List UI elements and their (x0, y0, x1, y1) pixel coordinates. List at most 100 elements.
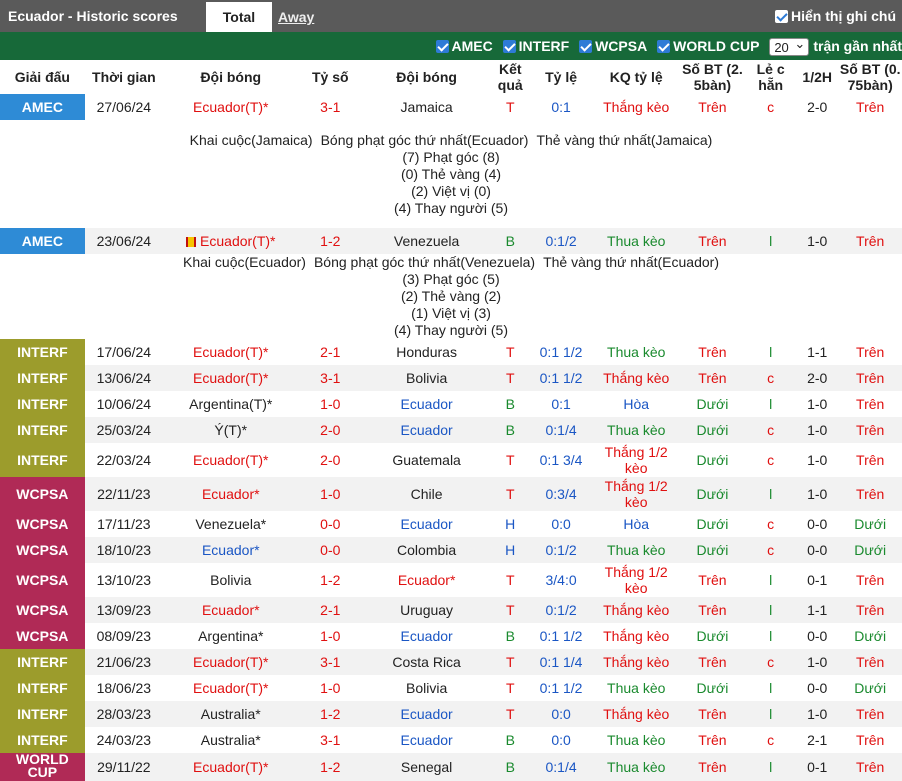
table-row[interactable]: WCPSA 08/09/23 Argentina* 1-0 Ecuador B 0:1 1/… (0, 623, 902, 649)
match-count-select[interactable]: 20 (769, 35, 810, 57)
filter-interf[interactable]: INTERF (502, 38, 569, 54)
away-team[interactable]: Colombia (362, 537, 492, 563)
match-score: 3-1 (298, 365, 363, 391)
home-team[interactable]: Ecuador(T)* (163, 94, 299, 120)
tab-away[interactable]: Away (266, 2, 326, 32)
home-team[interactable]: Ecuador(T)* (163, 675, 299, 701)
home-team[interactable]: Ecuador(T)* (163, 228, 299, 254)
table-header: Giải đấu Thời gian Đội bóng Tỷ số Đội bó… (0, 60, 902, 94)
table-row[interactable]: INTERF 22/03/24 Ecuador(T)* 2-0 Guatemala T 0:… (0, 443, 902, 477)
match-score: 2-1 (298, 597, 363, 623)
away-team[interactable]: Ecuador* (362, 563, 492, 597)
competition-badge[interactable]: AMEC (0, 94, 85, 120)
odd-even: l (745, 563, 797, 597)
table-row[interactable]: INTERF 13/06/24 Ecuador(T)* 3-1 Bolivia T 0:1 … (0, 365, 902, 391)
away-team[interactable]: Jamaica (362, 94, 492, 120)
table-row[interactable]: INTERF 10/06/24 Argentina(T)* 1-0 Ecuador B 0:… (0, 391, 902, 417)
table-row[interactable]: INTERF 25/03/24 Ý(T)* 2-0 Ecuador B 0:1/4 Thua … (0, 417, 902, 443)
home-team[interactable]: Ecuador(T)* (163, 339, 299, 365)
checkbox-icon[interactable] (775, 10, 788, 23)
away-team[interactable]: Honduras (362, 339, 492, 365)
away-team[interactable]: Chile (362, 477, 492, 511)
home-team[interactable]: Australia* (163, 701, 299, 727)
home-team[interactable]: Ecuador(T)* (163, 443, 299, 477)
home-team[interactable]: Ecuador* (163, 537, 299, 563)
competition-badge[interactable]: INTERF (0, 701, 85, 727)
table-row[interactable]: WORLD CUP 29/11/22 Ecuador(T)* 1-2 Senegal B 0… (0, 753, 902, 781)
table-row[interactable]: INTERF 17/06/24 Ecuador(T)* 2-1 Honduras T 0:1… (0, 339, 902, 365)
checkbox-icon[interactable] (657, 40, 671, 53)
away-team[interactable]: Ecuador (362, 511, 492, 537)
col-odds: Tỷ lệ (529, 60, 593, 94)
competition-badge[interactable]: WCPSA (0, 477, 85, 511)
half-time-score: 2-1 (796, 727, 839, 753)
home-team[interactable]: Ecuador(T)* (163, 649, 299, 675)
away-team[interactable]: Costa Rica (362, 649, 492, 675)
home-team[interactable]: Ý(T)* (163, 417, 299, 443)
home-team[interactable]: Argentina(T)* (163, 391, 299, 417)
home-team[interactable]: Argentina* (163, 623, 299, 649)
away-team[interactable]: Ecuador (362, 623, 492, 649)
home-team[interactable]: Ecuador* (163, 477, 299, 511)
match-result: B (491, 623, 530, 649)
competition-badge[interactable]: INTERF (0, 649, 85, 675)
match-result: T (491, 597, 530, 623)
table-row[interactable]: WCPSA 18/10/23 Ecuador* 0-0 Colombia H 0:1/2 Th… (0, 537, 902, 563)
half-time-score: 1-0 (796, 443, 839, 477)
home-team[interactable]: Australia* (163, 727, 299, 753)
away-team[interactable]: Venezuela (362, 228, 492, 254)
over-under-075: Trên (838, 597, 902, 623)
checkbox-icon[interactable] (579, 40, 593, 53)
filter-wcpsa[interactable]: WCPSA (579, 38, 647, 54)
over-under-25: Trên (679, 365, 746, 391)
competition-badge[interactable]: INTERF (0, 727, 85, 753)
away-team[interactable]: Uruguay (362, 597, 492, 623)
table-row[interactable]: AMEC 23/06/24 Ecuador(T)* 1-2 Venezuela B 0:1/… (0, 228, 902, 254)
competition-badge[interactable]: WCPSA (0, 597, 85, 623)
away-team[interactable]: Ecuador (362, 727, 492, 753)
tab-total[interactable]: Total (206, 2, 272, 32)
table-row[interactable]: INTERF 21/06/23 Ecuador(T)* 3-1 Costa Rica T 0… (0, 649, 902, 675)
table-row[interactable]: WCPSA 22/11/23 Ecuador* 1-0 Chile T 0:3/4 Thắng… (0, 477, 902, 511)
competition-badge[interactable]: AMEC (0, 228, 85, 254)
table-row[interactable]: INTERF 18/06/23 Ecuador(T)* 1-0 Bolivia T 0:1 … (0, 675, 902, 701)
filter-world-cup[interactable]: WORLD CUP (657, 38, 759, 54)
checkbox-icon[interactable] (435, 40, 449, 53)
table-row[interactable]: INTERF 28/03/23 Australia* 1-2 Ecuador T 0:0 Th… (0, 701, 902, 727)
competition-badge[interactable]: INTERF (0, 417, 85, 443)
competition-badge[interactable]: INTERF (0, 391, 85, 417)
away-team[interactable]: Ecuador (362, 391, 492, 417)
table-row[interactable]: WCPSA 13/10/23 Bolivia 1-2 Ecuador* T 3/4:0 Thắ… (0, 563, 902, 597)
home-team[interactable]: Ecuador(T)* (163, 753, 299, 781)
competition-badge[interactable]: INTERF (0, 339, 85, 365)
competition-badge[interactable]: WCPSA (0, 563, 85, 597)
competition-badge[interactable]: WCPSA (0, 537, 85, 563)
table-row[interactable]: INTERF 24/03/23 Australia* 3-1 Ecuador B 0:0 Th… (0, 727, 902, 753)
competition-badge[interactable]: INTERF (0, 443, 85, 477)
home-team[interactable]: Venezuela* (163, 511, 299, 537)
match-result: T (491, 701, 530, 727)
home-team[interactable]: Ecuador(T)* (163, 365, 299, 391)
table-row[interactable]: AMEC 27/06/24 Ecuador(T)* 3-1 Jamaica T 0:1 Thắ… (0, 94, 902, 120)
filter-amec[interactable]: AMEC (435, 38, 493, 54)
away-team[interactable]: Ecuador (362, 701, 492, 727)
checkbox-icon[interactable] (502, 40, 516, 53)
away-team[interactable]: Guatemala (362, 443, 492, 477)
competition-badge[interactable]: INTERF (0, 675, 85, 701)
away-team[interactable]: Bolivia (362, 675, 492, 701)
competition-badge[interactable]: INTERF (0, 365, 85, 391)
home-team[interactable]: Bolivia (163, 563, 299, 597)
table-row[interactable]: WCPSA 17/11/23 Venezuela* 0-0 Ecuador H 0:0 Hòa… (0, 511, 902, 537)
odds-result: Thắng 1/2 kèo (592, 477, 680, 511)
table-row[interactable]: WCPSA 13/09/23 Ecuador* 2-1 Uruguay T 0:1/2 Thắ… (0, 597, 902, 623)
show-notes-label: Hiển thị ghi chú (791, 8, 896, 24)
away-team[interactable]: Ecuador (362, 417, 492, 443)
detail-stat: (3) Phạt góc (5) (402, 271, 500, 287)
show-notes-toggle[interactable]: Hiển thị ghi chú (775, 0, 896, 32)
competition-badge[interactable]: WCPSA (0, 511, 85, 537)
competition-badge[interactable]: WORLD CUP (0, 753, 85, 781)
away-team[interactable]: Senegal (362, 753, 492, 781)
competition-badge[interactable]: WCPSA (0, 623, 85, 649)
away-team[interactable]: Bolivia (362, 365, 492, 391)
home-team[interactable]: Ecuador* (163, 597, 299, 623)
